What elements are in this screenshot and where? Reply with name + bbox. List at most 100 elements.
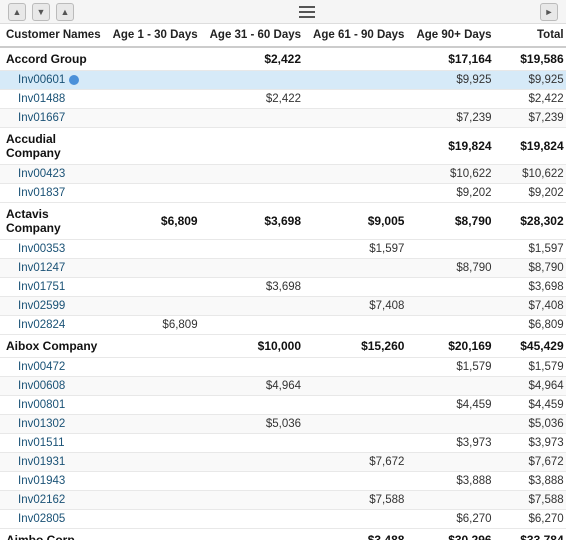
group-d60: $3,698	[204, 203, 307, 240]
invoice-id[interactable]: Inv01931	[0, 453, 107, 472]
table-row[interactable]: Inv01931$7,672$7,672	[0, 453, 566, 472]
invoice-id[interactable]: Inv02805	[0, 510, 107, 529]
group-d90p: $19,824	[410, 128, 497, 165]
cell-d60	[204, 358, 307, 377]
table-row[interactable]: Inv01943$3,888$3,888	[0, 472, 566, 491]
cell-d90p: $9,202	[410, 184, 497, 203]
cell-d60	[204, 71, 307, 90]
cell-total: $3,698	[498, 278, 566, 297]
group-header-row: Aimbo Corp $3,488 $30,296 $33,784	[0, 529, 566, 540]
cell-d90: $7,588	[307, 491, 410, 510]
invoice-id[interactable]: Inv01247	[0, 259, 107, 278]
cell-d90	[307, 377, 410, 396]
table-row[interactable]: Inv01667$7,239$7,239	[0, 109, 566, 128]
invoice-id[interactable]: Inv02599	[0, 297, 107, 316]
invoice-id[interactable]: Inv00472	[0, 358, 107, 377]
cell-d90p: $3,973	[410, 434, 497, 453]
table-row[interactable]: Inv00801$4,459$4,459	[0, 396, 566, 415]
invoice-id[interactable]: Inv01837	[0, 184, 107, 203]
invoice-id[interactable]: Inv01302	[0, 415, 107, 434]
cell-d60	[204, 240, 307, 259]
cell-d90: $7,672	[307, 453, 410, 472]
cell-d60: $3,698	[204, 278, 307, 297]
group-d90p: $20,169	[410, 335, 497, 358]
table-row[interactable]: Inv00423$10,622$10,622	[0, 165, 566, 184]
cell-d90p: $10,622	[410, 165, 497, 184]
group-d30	[107, 529, 204, 540]
scroll-right-button[interactable]: ►	[540, 3, 558, 21]
cell-d90p	[410, 491, 497, 510]
group-header-row: Actavis Company $6,809 $3,698 $9,005 $8,…	[0, 203, 566, 240]
table-row[interactable]: Inv02824$6,809$6,809	[0, 316, 566, 335]
cell-d60	[204, 396, 307, 415]
table-row[interactable]: Inv01511 $3,973$3,973	[0, 434, 566, 453]
cursor-indicator	[69, 75, 79, 85]
invoice-id[interactable]: Inv01488	[0, 90, 107, 109]
table-row[interactable]: Inv01837$9,202$9,202	[0, 184, 566, 203]
cell-d90p	[410, 377, 497, 396]
group-total: $19,824	[498, 128, 566, 165]
table-row[interactable]: Inv00472 $1,579$1,579	[0, 358, 566, 377]
invoice-id[interactable]: Inv01943	[0, 472, 107, 491]
invoice-id[interactable]: Inv02162	[0, 491, 107, 510]
cell-d30	[107, 453, 204, 472]
nav-up-button[interactable]: ▲	[56, 3, 74, 21]
invoice-id[interactable]: Inv00601	[0, 71, 107, 90]
cell-total: $1,579	[498, 358, 566, 377]
top-bar: ▲ ▼ ▲ ►	[0, 0, 566, 24]
cell-total: $3,973	[498, 434, 566, 453]
group-name: Accudial Company	[0, 128, 107, 165]
cell-d90p: $9,925	[410, 71, 497, 90]
cell-total: $2,422	[498, 90, 566, 109]
cell-d30	[107, 396, 204, 415]
group-d60: $10,000	[204, 335, 307, 358]
invoice-id[interactable]: Inv00608	[0, 377, 107, 396]
cell-d30	[107, 90, 204, 109]
table-row[interactable]: Inv00608$4,964$4,964	[0, 377, 566, 396]
cell-d60	[204, 316, 307, 335]
cell-d90	[307, 510, 410, 529]
invoice-id[interactable]: Inv02824	[0, 316, 107, 335]
table-row[interactable]: Inv00353$1,597$1,597	[0, 240, 566, 259]
col-header-90plus: Age 90+ Days	[410, 24, 497, 47]
group-name: Aibox Company	[0, 335, 107, 358]
nav-forward-button[interactable]: ▼	[32, 3, 50, 21]
table-row[interactable]: Inv01751 $3,698 $3,698	[0, 278, 566, 297]
cell-d90p: $1,579	[410, 358, 497, 377]
table-row[interactable]: Inv02162$7,588$7,588	[0, 491, 566, 510]
invoice-id[interactable]: Inv01667	[0, 109, 107, 128]
nav-back-button[interactable]: ▲	[8, 3, 26, 21]
invoice-id[interactable]: Inv01751	[0, 278, 107, 297]
table-row[interactable]: Inv00601$9,925$9,925	[0, 71, 566, 90]
cell-d90p	[410, 90, 497, 109]
invoice-id[interactable]: Inv00801	[0, 396, 107, 415]
table-row[interactable]: Inv02805$6,270$6,270	[0, 510, 566, 529]
cell-d90p: $6,270	[410, 510, 497, 529]
cell-d90p: $4,459	[410, 396, 497, 415]
group-name: Accord Group	[0, 47, 107, 71]
group-header-row: Aibox Company $10,000 $15,260 $20,169 $4…	[0, 335, 566, 358]
group-d30	[107, 335, 204, 358]
cell-total: $6,809	[498, 316, 566, 335]
cell-d90	[307, 434, 410, 453]
group-name: Aimbo Corp	[0, 529, 107, 540]
table-row[interactable]: Inv02599$7,408$7,408	[0, 297, 566, 316]
cell-d90	[307, 472, 410, 491]
group-total: $19,586	[498, 47, 566, 71]
cell-d90p	[410, 316, 497, 335]
cell-total: $1,597	[498, 240, 566, 259]
table-row[interactable]: Inv01247$8,790$8,790	[0, 259, 566, 278]
invoice-id[interactable]: Inv00353	[0, 240, 107, 259]
invoice-id[interactable]: Inv00423	[0, 165, 107, 184]
cell-d30	[107, 109, 204, 128]
group-d90	[307, 47, 410, 71]
table-row[interactable]: Inv01302$5,036$5,036	[0, 415, 566, 434]
cell-d90	[307, 415, 410, 434]
cell-d90	[307, 184, 410, 203]
table-row[interactable]: Inv01488$2,422$2,422	[0, 90, 566, 109]
hamburger-menu[interactable]	[299, 6, 315, 18]
cell-d90	[307, 316, 410, 335]
group-name: Actavis Company	[0, 203, 107, 240]
invoice-id[interactable]: Inv01511	[0, 434, 107, 453]
group-total: $33,784	[498, 529, 566, 540]
